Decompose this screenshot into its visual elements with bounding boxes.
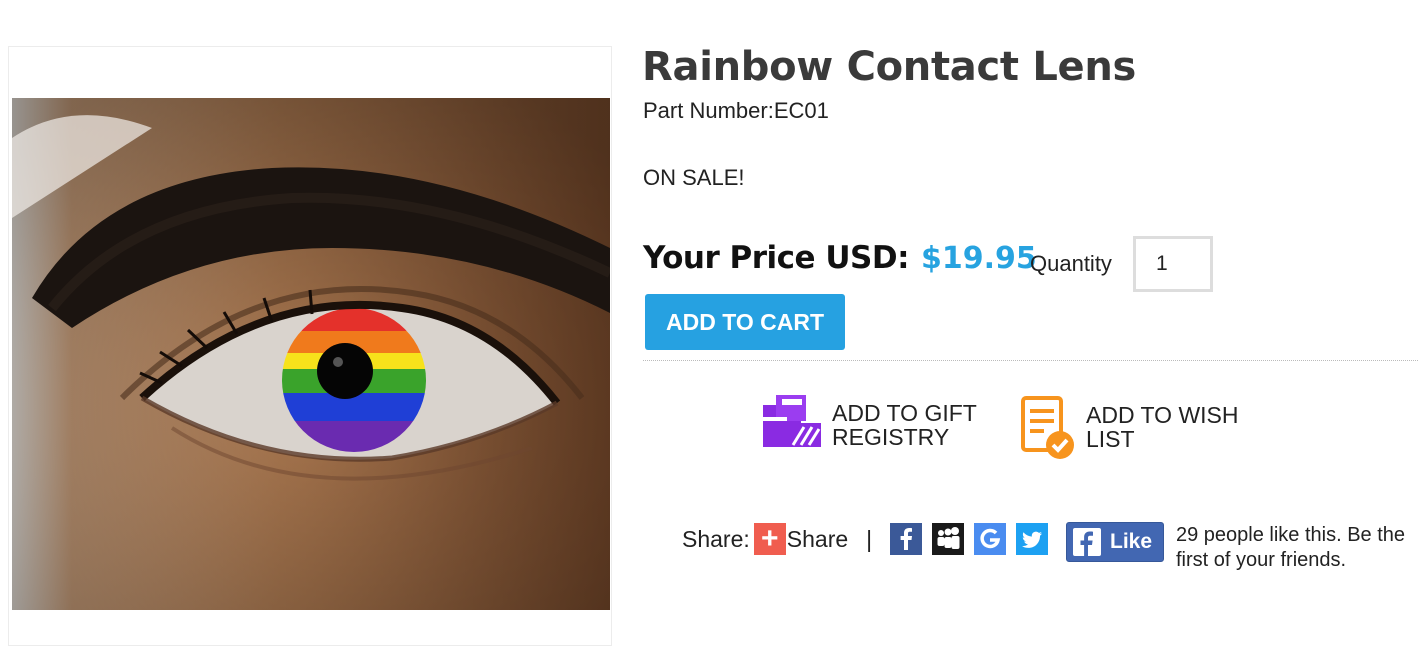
facebook-icon[interactable] (890, 523, 923, 555)
like-count-text: 29 people like this. Be the first of you… (1176, 524, 1406, 571)
myspace-icon[interactable] (932, 523, 965, 555)
quantity-input[interactable] (1133, 236, 1213, 292)
google-icon[interactable] (974, 523, 1007, 555)
facebook-f-icon (1073, 528, 1101, 556)
product-image[interactable] (12, 98, 610, 610)
product-title: Rainbow Contact Lens (642, 44, 1137, 90)
wish-list-label: ADD TO WISH LIST (1086, 403, 1246, 451)
share-separator: | (866, 525, 873, 552)
like-label: Like (1110, 530, 1153, 553)
wish-list-label-line1: ADD TO WISH (1086, 402, 1239, 428)
wish-list-label-line2: LIST (1086, 426, 1135, 452)
share-label: Share: (682, 525, 750, 552)
wish-list-icon (1020, 395, 1076, 466)
price-label: Your Price USD: (643, 240, 910, 276)
add-to-cart-button[interactable]: ADD TO CART (645, 294, 845, 350)
price-value: $19.95 (921, 241, 1037, 276)
gift-registry-label-line1: ADD TO GIFT (832, 400, 977, 426)
share-button[interactable]: Share (787, 526, 848, 553)
add-to-wish-list-button[interactable]: ADD TO WISH LIST (1020, 395, 1246, 466)
twitter-icon[interactable] (1016, 523, 1049, 555)
add-to-gift-registry-button[interactable]: ADD TO GIFT REGISTRY (762, 393, 992, 454)
quantity-label: Quantity (1030, 251, 1112, 276)
divider (643, 360, 1418, 361)
part-number: Part Number:EC01 (643, 98, 829, 123)
price-row: Your Price USD: $19.95 (643, 240, 1037, 276)
product-image-panel (8, 46, 612, 646)
sale-badge: ON SALE! (643, 165, 745, 190)
share-bar: Share: + Share | (682, 521, 1058, 557)
gift-registry-label: ADD TO GIFT REGISTRY (832, 401, 992, 449)
gift-registry-icon (762, 393, 822, 454)
gift-registry-label-line2: REGISTRY (832, 424, 950, 450)
share-plus-icon[interactable]: + (753, 523, 786, 555)
facebook-like-button[interactable]: Like (1066, 522, 1164, 562)
